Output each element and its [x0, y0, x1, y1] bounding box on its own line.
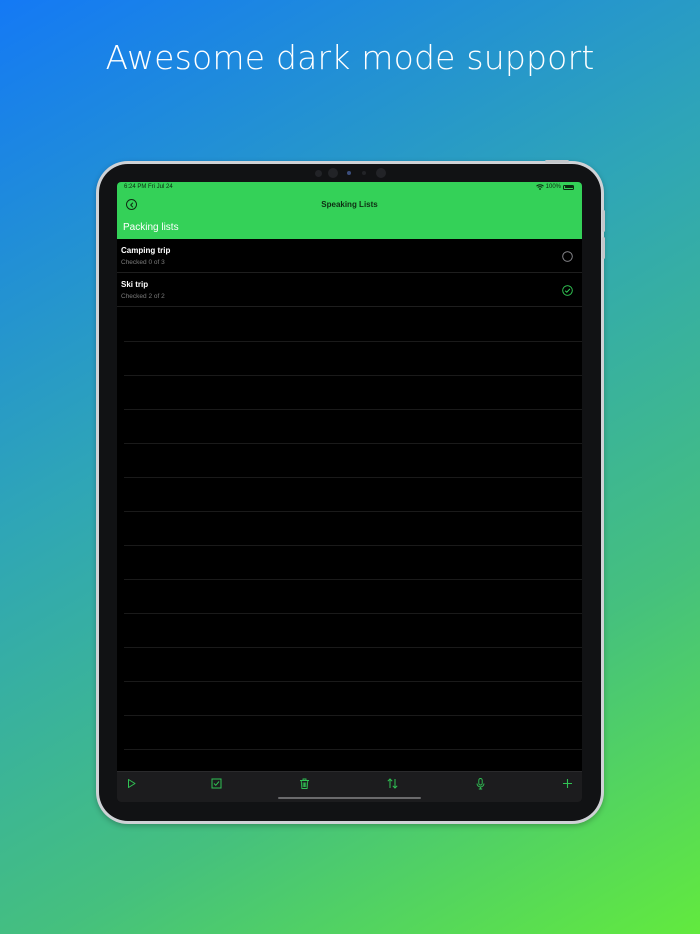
camera-dot: [347, 171, 351, 175]
navigation-bar: 6:24 PM Fri Jul 24 100% Speaking Lists P…: [117, 182, 582, 239]
top-button: [545, 160, 569, 163]
battery-percent: 100%: [545, 184, 561, 190]
app-screen: 6:24 PM Fri Jul 24 100% Speaking Lists P…: [117, 182, 582, 802]
row-separator: [124, 579, 582, 580]
list-item[interactable]: Camping trip Checked 0 of 3: [117, 239, 582, 273]
camera-sensor: [362, 171, 366, 175]
headline: Awesome dark mode support: [105, 38, 595, 77]
home-indicator-area: [117, 795, 582, 802]
checkmark-circle-icon[interactable]: [562, 285, 573, 296]
list-item[interactable]: Ski trip Checked 2 of 2: [117, 273, 582, 307]
list-item-title: Camping trip: [121, 246, 171, 255]
play-icon[interactable]: [125, 777, 138, 790]
row-separator: [124, 681, 582, 682]
row-separator: [124, 715, 582, 716]
microphone-icon[interactable]: [474, 777, 487, 790]
section-title: Packing lists: [123, 222, 179, 233]
bottom-toolbar: [117, 771, 582, 795]
camera-sensor: [315, 170, 322, 177]
home-indicator[interactable]: [278, 797, 421, 799]
list-item-title: Ski trip: [121, 280, 149, 289]
volume-up-button: [602, 210, 605, 232]
camera-lens: [328, 168, 338, 178]
row-separator: [124, 613, 582, 614]
row-separator: [124, 477, 582, 478]
trash-icon[interactable]: [298, 777, 311, 790]
camera-sensor: [376, 168, 386, 178]
unchecked-circle-icon[interactable]: [562, 251, 573, 262]
list-item-subtitle: Checked 0 of 3: [121, 259, 165, 266]
row-separator: [124, 409, 582, 410]
list-item-subtitle: Checked 2 of 2: [121, 293, 165, 300]
plus-icon[interactable]: [561, 777, 574, 790]
status-time: 6:24 PM Fri Jul 24: [124, 184, 173, 190]
row-separator: [124, 749, 582, 750]
checkbox-icon[interactable]: [210, 777, 223, 790]
row-separator: [124, 647, 582, 648]
nav-title: Speaking Lists: [321, 200, 378, 209]
status-indicators: 100%: [535, 184, 574, 190]
volume-down-button: [602, 237, 605, 259]
row-separator: [124, 511, 582, 512]
row-separator: [124, 375, 582, 376]
row-separator: [124, 341, 582, 342]
wifi-icon: [535, 184, 544, 190]
sort-icon[interactable]: [386, 777, 399, 790]
battery-icon: [563, 184, 574, 190]
row-separator: [124, 443, 582, 444]
row-separator: [124, 545, 582, 546]
